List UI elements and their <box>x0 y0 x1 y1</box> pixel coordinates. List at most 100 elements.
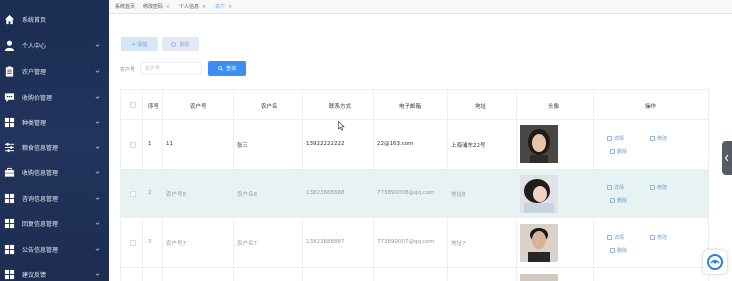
edit-link[interactable]: 修改 <box>650 135 667 142</box>
mouse-cursor-icon <box>338 121 345 131</box>
close-icon[interactable]: × <box>166 4 170 10</box>
column-divider <box>142 90 143 281</box>
cell-farmer-no: 11 <box>166 141 173 147</box>
search-input[interactable]: 农户号 <box>140 62 202 75</box>
tab-bar: 系统首页 修改密码 × 个人信息 × 农户 × <box>109 0 732 14</box>
cell-farmer-no: 农户号7 <box>166 241 186 247</box>
chevron-down-icon <box>95 96 100 99</box>
tab-change-password[interactable]: 修改密码 × <box>143 3 170 12</box>
header-avatar: 头像 <box>548 104 560 110</box>
edit-icon <box>650 235 655 240</box>
sidebar-item-notice[interactable]: 公告信息管理 <box>0 237 109 262</box>
chevron-down-icon <box>95 171 100 174</box>
search-icon <box>218 66 223 71</box>
edit-link[interactable]: 修改 <box>650 184 667 191</box>
sidebar-item-purchase-info[interactable]: 收购信息管理 <box>0 160 109 185</box>
home-icon <box>4 14 15 25</box>
cell-email: 22@163.com <box>377 141 414 147</box>
eye-icon <box>607 235 612 240</box>
chevron-down-icon <box>95 44 100 47</box>
sidebar-item-label: 公告信息管理 <box>22 247 59 254</box>
detail-link[interactable]: 详情 <box>607 135 624 142</box>
cell-phone: 13823888888 <box>306 190 345 196</box>
delete-link[interactable]: 删除 <box>610 148 627 155</box>
header-phone: 联系方式 <box>329 104 352 110</box>
header-email: 电子邮箱 <box>399 104 422 110</box>
table-header: 序号 农户号 农户名 联系方式 电子邮箱 地址 头像 操作 <box>121 90 708 120</box>
chevron-down-icon <box>95 70 100 73</box>
tab-home[interactable]: 系统首页 <box>115 3 135 12</box>
chevron-down-icon <box>95 273 100 276</box>
farmer-table: 序号 农户号 农户名 联系方式 电子邮箱 地址 头像 操作 1 11 张三 13… <box>120 89 709 281</box>
grid-icon <box>4 269 15 280</box>
edit-link[interactable]: 修改 <box>650 234 667 241</box>
avatar <box>520 125 558 163</box>
briefcase-icon <box>4 167 15 177</box>
sidebar-item-purchase-price[interactable]: 收购价管理 <box>0 85 109 110</box>
assistant-logo-icon <box>707 254 723 270</box>
table-row[interactable]: 2 农户号8 农户名8 13823888888 773890008@qq.com… <box>121 170 708 218</box>
tab-farmer[interactable]: 农户 × <box>215 3 232 12</box>
cell-address: 地址8 <box>451 192 466 198</box>
row-checkbox[interactable] <box>130 240 136 246</box>
sidebar-item-reply[interactable]: 回复信息管理 <box>0 211 109 236</box>
grid-icon <box>4 218 15 229</box>
sidebar-item-label: 收购信息管理 <box>22 170 59 177</box>
chevron-down-icon <box>95 248 100 251</box>
sidebar-item-label: 农户管理 <box>22 69 47 76</box>
column-divider <box>593 90 594 281</box>
column-divider <box>302 90 303 281</box>
column-divider <box>373 90 374 281</box>
clipboard-icon <box>5 66 14 77</box>
add-button[interactable]: + 添加 <box>121 37 158 51</box>
grid-icon <box>4 117 15 128</box>
assistant-logo-button[interactable] <box>703 250 727 274</box>
chevron-down-icon <box>95 197 100 200</box>
select-all-checkbox[interactable] <box>130 102 136 108</box>
table-row[interactable]: 1 11 张三 13922222222 22@163.com 上海浦东22号 详… <box>121 120 708 170</box>
sidebar-item-category[interactable]: 种类管理 <box>0 110 109 135</box>
edit-icon <box>650 185 655 190</box>
tab-personal-info[interactable]: 个人信息 × <box>179 3 206 12</box>
user-icon <box>4 40 15 51</box>
sidebar-item-label: 系统首页 <box>22 17 47 24</box>
row-checkbox[interactable] <box>130 142 136 148</box>
cell-farmer-no: 农户号8 <box>166 192 186 198</box>
sidebar-item-label: 咨询信息管理 <box>22 196 59 203</box>
chevron-down-icon <box>95 146 100 149</box>
detail-link[interactable]: 详情 <box>607 184 624 191</box>
edit-icon <box>650 136 655 141</box>
delete-icon <box>171 41 177 47</box>
sidebar-item-consult[interactable]: 咨询信息管理 <box>0 186 109 211</box>
detail-link[interactable]: 详情 <box>607 234 624 241</box>
sidebar-item-feedback[interactable]: 建议反馈 <box>0 262 109 281</box>
close-icon[interactable]: × <box>228 4 232 10</box>
header-farmer-name: 农户名 <box>261 104 278 110</box>
column-divider <box>516 90 517 281</box>
grid-icon <box>4 193 15 204</box>
query-button[interactable]: 查询 <box>208 61 246 76</box>
cell-phone: 13823888887 <box>306 239 345 245</box>
delete-link[interactable]: 删除 <box>610 197 627 204</box>
sidebar-item-label: 收购价管理 <box>22 95 53 102</box>
close-icon[interactable]: × <box>202 4 206 10</box>
trash-icon <box>610 149 615 154</box>
collapse-handle[interactable] <box>722 141 732 175</box>
cell-index: 3 <box>148 239 152 245</box>
row-checkbox[interactable] <box>130 191 136 197</box>
sidebar-item-home[interactable]: 系统首页 <box>0 7 109 32</box>
table-row[interactable]: 3 农户号7 农户名7 13823888887 773890007@qq.com… <box>121 218 708 268</box>
sidebar-item-grain-info[interactable]: 粮食信息管理 <box>0 135 109 160</box>
cell-email: 773890007@qq.com <box>377 239 435 245</box>
delete-button[interactable]: 删除 <box>162 37 199 51</box>
eye-icon <box>607 136 612 141</box>
sliders-icon <box>4 142 15 153</box>
cell-farmer-name: 张三 <box>237 143 249 149</box>
header-address: 地址 <box>475 104 487 110</box>
chevron-down-icon <box>95 121 100 124</box>
delete-link[interactable]: 删除 <box>610 247 627 254</box>
sidebar-item-farmer[interactable]: 农户管理 <box>0 59 109 84</box>
chevron-down-icon <box>95 222 100 225</box>
sidebar-item-personal[interactable]: 个人中心 <box>0 33 109 58</box>
avatar <box>520 274 558 281</box>
